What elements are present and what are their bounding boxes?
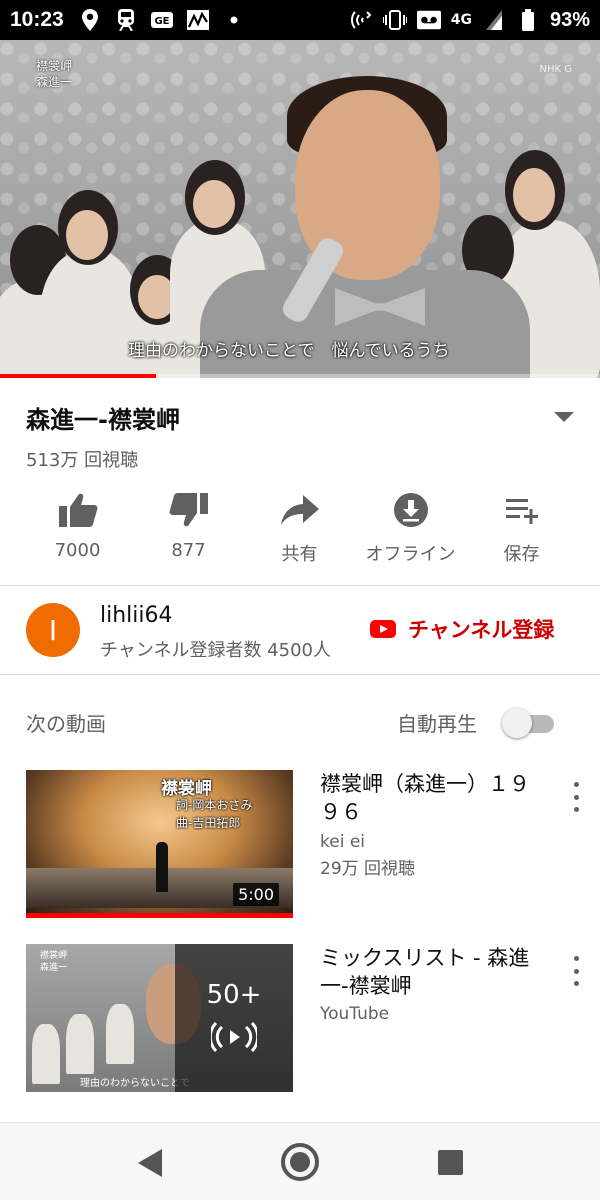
mix-thumbnail[interactable]: 襟裳岬 森進一 理由のわからないことで 50+ — [26, 944, 293, 1092]
mix-title: ミックスリスト - 森進一-襟裳岬 — [320, 946, 530, 998]
expand-description-icon[interactable] — [554, 412, 574, 422]
more-options-icon[interactable] — [566, 782, 586, 812]
dislike-count: 877 — [171, 540, 206, 561]
vibrate-icon — [382, 8, 407, 32]
watched-progress-bar — [26, 913, 293, 918]
chart-app-icon — [186, 8, 210, 32]
chorus-member-face — [513, 168, 555, 222]
train-icon — [114, 8, 138, 32]
subscribe-label: チャンネル登録 — [408, 618, 555, 642]
download-icon — [391, 490, 431, 530]
ge-app-icon: GE — [150, 8, 174, 32]
view-count: 513万 回視聴 — [26, 450, 139, 471]
divider — [0, 585, 600, 586]
divider — [0, 674, 600, 675]
mix-radio-icon — [208, 1021, 260, 1056]
signal-icon — [482, 8, 506, 32]
up-next-mix-item[interactable]: 襟裳岬 森進一 理由のわからないことで 50+ ミックスリスト - 森進一-襟裳… — [26, 944, 586, 1094]
video-title-row[interactable]: 森進一-襟裳岬 — [26, 400, 586, 435]
subscribe-button[interactable]: チャンネル登録 — [370, 614, 554, 644]
autoplay-toggle[interactable] — [502, 708, 554, 738]
channel-subscriber-count: チャンネル登録者数 4500人 — [100, 640, 331, 661]
up-next-heading: 次の動画 — [26, 712, 106, 736]
toggle-knob — [502, 708, 532, 738]
offline-button[interactable]: オフライン — [355, 490, 466, 570]
broadcaster-logo: NHK G — [539, 64, 573, 75]
singer-body — [200, 270, 530, 378]
video-progress-fill — [0, 374, 156, 378]
mix-overlay: 50+ — [175, 944, 293, 1092]
battery-icon — [516, 8, 540, 32]
channel-avatar[interactable]: I — [26, 603, 80, 657]
channel-name[interactable]: lihlii64 — [100, 603, 173, 628]
thumbnail-subtitle: 理由のわからないことで — [80, 1078, 190, 1089]
more-options-icon[interactable] — [566, 956, 586, 986]
save-button[interactable]: 保存 — [466, 490, 577, 570]
recent-apps-icon[interactable] — [438, 1150, 463, 1175]
video-views: 29万 回視聴 — [320, 859, 416, 879]
youtube-logo-icon — [370, 620, 396, 638]
video-title: 襟裳岬（森進一）１９９６ — [320, 772, 530, 824]
home-icon[interactable] — [281, 1143, 319, 1181]
video-subtitle: 理由のわからないことで 悩んでいるうち — [128, 341, 450, 361]
thumbnail-song-title: 襟裳岬 — [40, 951, 68, 961]
svg-text:GE: GE — [154, 16, 169, 27]
video-title: 森進一-襟裳岬 — [26, 406, 180, 434]
share-icon — [280, 490, 320, 530]
video-thumbnail[interactable]: 襟裳岬 詞-岡本おさみ 曲-吉田拓郎 5:00 — [26, 770, 293, 918]
battery-level: 93% — [549, 8, 590, 31]
thumbnail-credits: 詞-岡本おさみ 曲-吉田拓郎 — [176, 796, 252, 832]
share-button[interactable]: 共有 — [244, 490, 355, 570]
chorus-member-face — [66, 210, 108, 260]
thumbnail-caption: 襟裳岬 森進一 — [40, 950, 67, 974]
network-type: 4G — [450, 12, 472, 28]
voicemail-icon — [416, 8, 441, 32]
share-label: 共有 — [281, 544, 318, 565]
overlay-song-title: 襟裳岬 — [36, 59, 73, 73]
overlay-artist: 森進一 — [36, 75, 73, 89]
mix-count: 50+ — [206, 980, 262, 1010]
thumbnail-chorus — [32, 1024, 60, 1084]
chorus-member-face — [193, 180, 235, 228]
like-button[interactable]: 7000 — [22, 490, 133, 570]
autoplay-label: 自動再生 — [397, 712, 477, 736]
offline-label: オフライン — [365, 544, 456, 565]
mix-channel: YouTube — [320, 1004, 390, 1024]
thumbnail-chorus — [66, 1014, 94, 1074]
video-duration: 5:00 — [233, 883, 279, 906]
notification-dot-icon — [222, 8, 246, 32]
thumbnail-lyricist: 詞-岡本おさみ — [176, 798, 253, 812]
video-overlay-title: 襟裳岬 森進一 — [36, 58, 72, 90]
system-nav-bar — [0, 1122, 600, 1200]
location-icon — [78, 8, 102, 32]
action-bar: 7000 877 共有 オフライン 保存 — [0, 490, 600, 570]
thumbs-up-icon — [58, 490, 98, 530]
back-icon[interactable] — [138, 1149, 162, 1177]
thumbnail-composer: 曲-吉田拓郎 — [176, 816, 241, 830]
thumbs-down-icon — [169, 490, 209, 530]
up-next-video-item[interactable]: 襟裳岬 詞-岡本おさみ 曲-吉田拓郎 5:00 襟裳岬（森進一）１９９６ kei… — [26, 770, 586, 920]
nfc-icon — [349, 8, 373, 32]
playlist-add-icon — [502, 490, 542, 530]
video-channel: kei ei — [320, 832, 366, 852]
thumbnail-artist: 森進一 — [40, 963, 68, 973]
status-bar: 10:23 GE 4G 93% — [0, 0, 600, 40]
thumbnail-chorus — [106, 1004, 134, 1064]
video-player[interactable]: 襟裳岬 森進一 NHK G 理由のわからないことで 悩んでいるうち — [0, 40, 600, 378]
thumbnail-singer — [156, 842, 168, 892]
dislike-button[interactable]: 877 — [133, 490, 244, 570]
like-count: 7000 — [54, 540, 101, 561]
save-label: 保存 — [503, 544, 540, 565]
status-time: 10:23 — [10, 8, 64, 31]
video-progress-bar[interactable] — [0, 374, 600, 378]
